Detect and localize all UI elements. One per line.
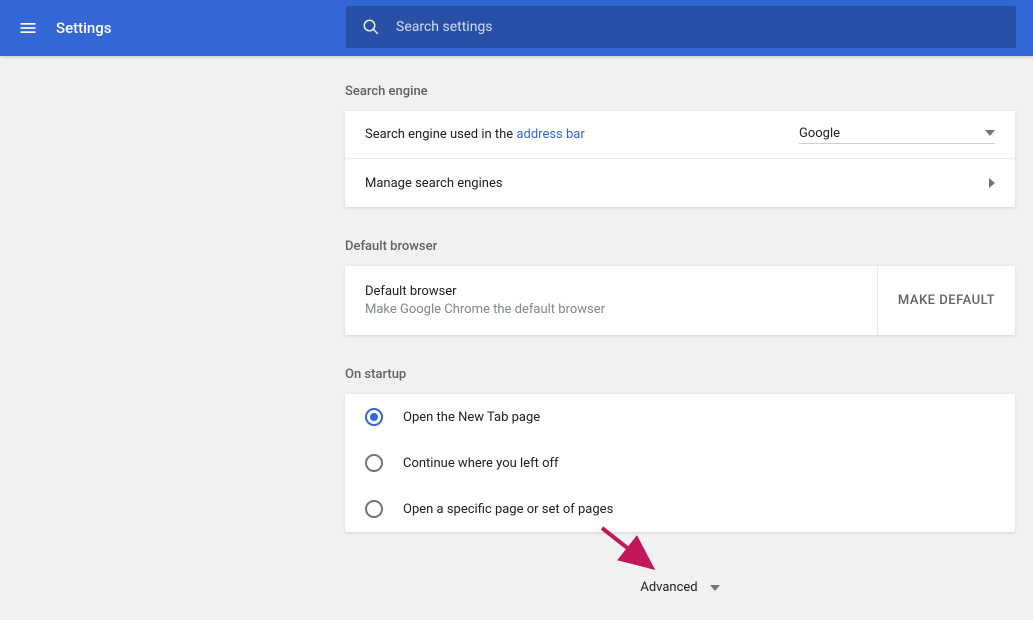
make-default-button[interactable]: MAKE DEFAULT — [877, 266, 1015, 335]
radio-unchecked-icon — [365, 500, 383, 518]
row-default-browser: Default browser Make Google Chrome the d… — [345, 266, 1015, 335]
radio-label-2: Continue where you left off — [403, 456, 559, 471]
default-browser-subtitle: Make Google Chrome the default browser — [365, 302, 857, 317]
radio-checked-icon — [365, 408, 383, 426]
menu-button[interactable] — [16, 16, 40, 40]
search-engine-dropdown[interactable]: Google — [799, 126, 995, 144]
radio-unchecked-icon — [365, 454, 383, 472]
row-label-manage: Manage search engines — [365, 176, 989, 191]
app-title: Settings — [56, 19, 112, 37]
row-label-search-engine: Search engine used in the address bar — [365, 127, 799, 142]
hamburger-icon — [18, 18, 38, 38]
top-bar: Settings — [0, 0, 1033, 56]
section-title-on-startup: On startup — [345, 367, 1017, 382]
radio-label-3: Open a specific page or set of pages — [403, 502, 613, 517]
caret-down-icon — [710, 585, 720, 591]
radio-option-new-tab[interactable]: Open the New Tab page — [345, 394, 1015, 440]
card-on-startup: Open the New Tab page Continue where you… — [345, 394, 1015, 532]
advanced-label: Advanced — [640, 580, 697, 595]
row-manage-search-engines[interactable]: Manage search engines — [345, 159, 1015, 207]
card-search-engine: Search engine used in the address bar Go… — [345, 111, 1015, 207]
chevron-right-icon — [989, 178, 995, 188]
section-title-default-browser: Default browser — [345, 239, 1017, 254]
caret-down-icon — [985, 130, 995, 136]
radio-option-continue[interactable]: Continue where you left off — [345, 440, 1015, 486]
content-area: Search engine Search engine used in the … — [0, 56, 1033, 607]
dropdown-value: Google — [799, 126, 840, 141]
radio-option-specific-page[interactable]: Open a specific page or set of pages — [345, 486, 1015, 532]
search-icon — [362, 18, 380, 36]
address-bar-link[interactable]: address bar — [516, 127, 584, 142]
section-title-search-engine: Search engine — [345, 84, 1017, 99]
default-browser-title: Default browser — [365, 284, 857, 299]
row-search-engine-used[interactable]: Search engine used in the address bar Go… — [345, 111, 1015, 159]
search-input[interactable] — [396, 19, 1000, 35]
default-browser-text: Default browser Make Google Chrome the d… — [345, 266, 877, 335]
card-default-browser: Default browser Make Google Chrome the d… — [345, 266, 1015, 335]
advanced-toggle[interactable]: Advanced — [345, 564, 1015, 607]
radio-label-1: Open the New Tab page — [403, 410, 540, 425]
search-engine-prefix: Search engine used in the — [365, 127, 516, 142]
search-box[interactable] — [346, 6, 1016, 48]
